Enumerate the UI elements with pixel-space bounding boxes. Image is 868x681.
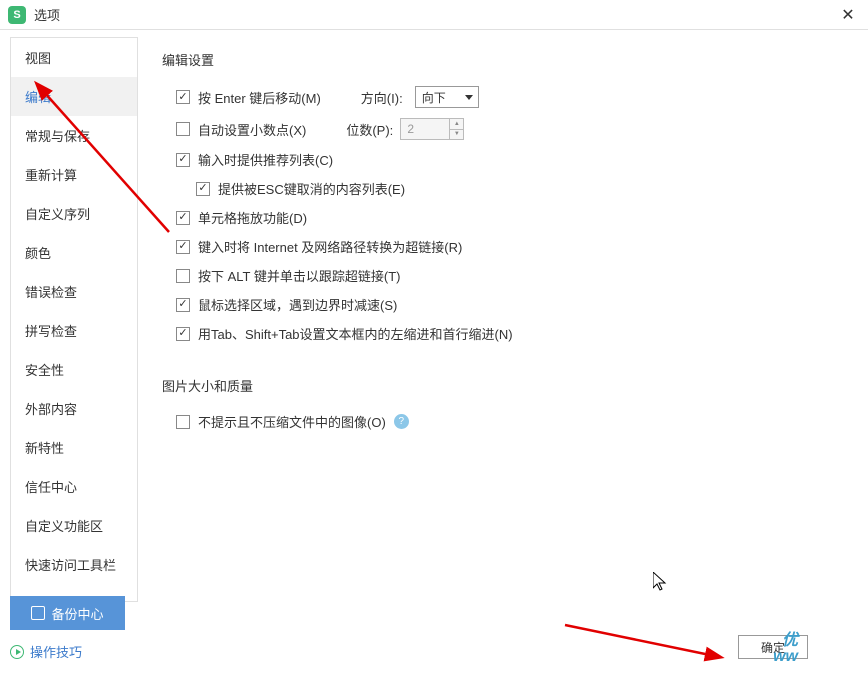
tips-link[interactable]: 操作技巧 — [10, 642, 858, 661]
sidebar-item[interactable]: 错误检查 — [11, 272, 137, 311]
sidebar-item[interactable]: 新特性 — [11, 428, 137, 467]
checkbox-auto-decimal[interactable] — [176, 122, 190, 136]
sidebar-item[interactable]: 重新计算 — [11, 155, 137, 194]
label-auto-decimal: 自动设置小数点(X) — [198, 120, 306, 139]
checkbox-alt-click[interactable] — [176, 269, 190, 283]
checkbox-internet-link[interactable] — [176, 240, 190, 254]
backup-center-button[interactable]: 备份中心 — [10, 596, 125, 630]
sidebar-item[interactable]: 外部内容 — [11, 389, 137, 428]
checkbox-mouse-select[interactable] — [176, 298, 190, 312]
label-mouse-select: 鼠标选择区域，遇到边界时减速(S) — [198, 295, 397, 314]
checkbox-no-compress[interactable] — [176, 415, 190, 429]
label-direction: 方向(I): — [361, 88, 411, 107]
label-esc-suggest: 提供被ESC键取消的内容列表(E) — [218, 179, 405, 198]
label-drag-fill: 单元格拖放功能(D) — [198, 208, 307, 227]
checkbox-suggest-list[interactable] — [176, 153, 190, 167]
sidebar-item[interactable]: 颜色 — [11, 233, 137, 272]
ok-button[interactable]: 确定 — [738, 635, 808, 659]
section-title-edit: 编辑设置 — [162, 50, 844, 69]
label-suggest-list: 输入时提供推荐列表(C) — [198, 150, 333, 169]
label-no-compress: 不提示且不压缩文件中的图像(O) — [198, 412, 386, 431]
checkbox-drag-fill[interactable] — [176, 211, 190, 225]
sidebar-item[interactable]: 安全性 — [11, 350, 137, 389]
sidebar: 视图编辑常规与保存重新计算自定义序列颜色错误检查拼写检查安全性外部内容新特性信任… — [10, 37, 138, 602]
sidebar-item[interactable]: 编辑 — [11, 77, 137, 116]
close-icon[interactable]: ✕ — [836, 3, 860, 27]
spinner-up-icon[interactable]: ▲ — [450, 119, 463, 130]
backup-icon — [31, 606, 45, 620]
help-icon[interactable]: ? — [394, 414, 409, 429]
sidebar-item[interactable]: 自定义序列 — [11, 194, 137, 233]
select-direction[interactable]: 向下 — [415, 86, 479, 108]
label-tab-indent: 用Tab、Shift+Tab设置文本框内的左缩进和首行缩进(N) — [198, 324, 513, 343]
label-enter-move: 按 Enter 键后移动(M) — [198, 88, 321, 107]
app-icon: S — [8, 6, 26, 24]
sidebar-item[interactable]: 常规与保存 — [11, 116, 137, 155]
checkbox-tab-indent[interactable] — [176, 327, 190, 341]
label-alt-click: 按下 ALT 键并单击以跟踪超链接(T) — [198, 266, 400, 285]
sidebar-item[interactable]: 视图 — [11, 38, 137, 77]
section-title-image: 图片大小和质量 — [162, 376, 844, 395]
label-internet-link: 键入时将 Internet 及网络路径转换为超链接(R) — [198, 237, 462, 256]
sidebar-item[interactable]: 信任中心 — [11, 467, 137, 506]
spinner-places[interactable]: 2 ▲▼ — [400, 118, 464, 140]
label-places: 位数(P): — [346, 120, 396, 139]
play-icon — [10, 645, 24, 659]
checkbox-enter-move[interactable] — [176, 90, 190, 104]
sidebar-item[interactable]: 快速访问工具栏 — [11, 545, 137, 584]
content-pane: 编辑设置 按 Enter 键后移动(M) 方向(I): 向下 自动设置小数点(X… — [138, 30, 868, 602]
window-title: 选项 — [34, 5, 836, 24]
spinner-down-icon[interactable]: ▼ — [450, 130, 463, 140]
sidebar-item[interactable]: 拼写检查 — [11, 311, 137, 350]
sidebar-item[interactable]: 自定义功能区 — [11, 506, 137, 545]
checkbox-esc-suggest[interactable] — [196, 182, 210, 196]
